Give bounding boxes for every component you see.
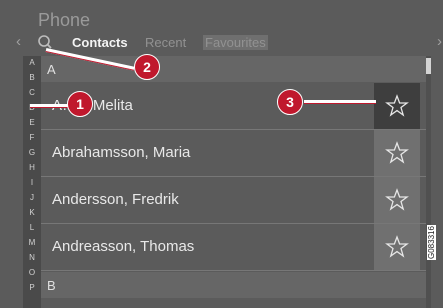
index-letter[interactable]: G [23,148,41,157]
index-letter[interactable]: L [23,223,41,232]
favourite-button[interactable] [374,83,420,129]
nav-left-arrow-icon[interactable]: ‹ [16,33,21,50]
star-outline-icon [385,141,409,164]
tab-favourites[interactable]: Favourites [203,35,268,50]
index-letter[interactable]: E [23,118,41,127]
star-outline-icon [385,188,409,211]
callout-2: 2 [134,54,160,80]
star-outline-icon [385,235,409,258]
favourite-button[interactable] [374,224,420,270]
tab-recent[interactable]: Recent [145,35,186,50]
favourite-button[interactable] [374,177,420,223]
contact-name: Abrahamsson, Maria [52,144,191,161]
phone-screen: Phone ‹ › Contacts Recent Favourites A B… [0,0,443,308]
index-letter[interactable]: C [23,88,41,97]
index-letter[interactable]: O [23,268,41,277]
section-letter: B [47,278,56,293]
contact-row[interactable]: Abrahamsson, Maria [41,130,431,177]
figure-code: G083316 [427,225,436,260]
section-letter: A [47,62,56,77]
callout-leader-3 [304,100,376,104]
index-letter[interactable]: I [23,178,41,187]
favourite-button[interactable] [374,130,420,176]
contact-row[interactable]: A…s, Melita [41,83,431,130]
index-letter[interactable]: J [23,193,41,202]
scrollbar-thumb[interactable] [426,58,431,74]
scrollbar[interactable] [426,56,431,308]
callout-leader-1 [30,104,68,108]
section-header: B [41,272,431,298]
nav-right-arrow-icon[interactable]: › [437,33,442,50]
index-letter[interactable]: K [23,208,41,217]
index-letter[interactable]: B [23,73,41,82]
index-letter[interactable]: M [23,238,41,247]
contact-name: Andreasson, Thomas [52,238,195,255]
contact-row[interactable]: Andersson, Fredrik [41,177,431,224]
app-title: Phone [38,10,91,30]
alphabet-index[interactable]: A B C D E F G H I J K L M N O P [23,56,41,308]
star-outline-icon [385,94,409,117]
contact-name: Andersson, Fredrik [52,191,179,208]
tab-contacts[interactable]: Contacts [72,35,128,50]
index-letter[interactable]: P [23,283,41,292]
index-letter[interactable]: A [23,58,41,67]
callout-3: 3 [277,89,303,115]
callout-1: 1 [67,91,93,117]
contact-row[interactable]: Andreasson, Thomas [41,224,431,271]
index-letter[interactable]: N [23,253,41,262]
index-letter[interactable]: F [23,133,41,142]
index-letter[interactable]: H [23,163,41,172]
